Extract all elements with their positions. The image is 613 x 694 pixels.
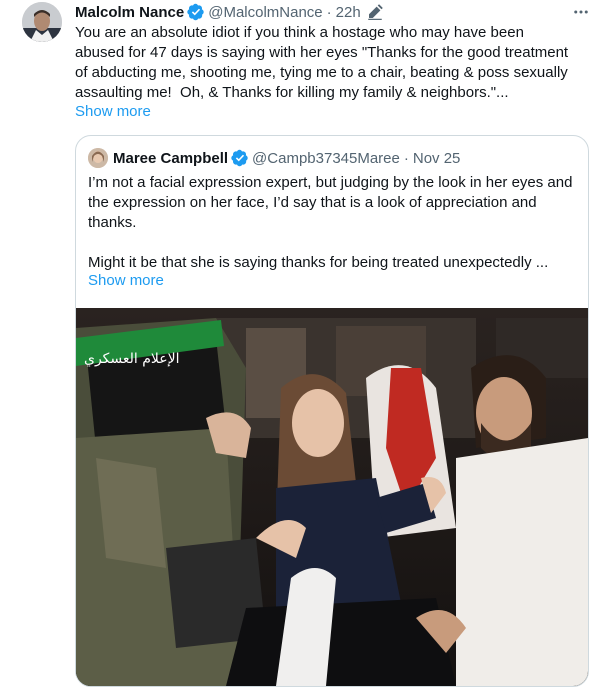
tweet-time[interactable]: 22h xyxy=(336,4,361,21)
quoted-author-name[interactable]: Maree Campbell xyxy=(113,150,228,167)
tweet-text: You are an absolute idiot if you think a… xyxy=(75,24,573,101)
verified-badge-icon xyxy=(187,3,204,21)
more-options-icon xyxy=(574,10,588,14)
more-options-button[interactable] xyxy=(569,0,593,24)
quoted-author-avatar[interactable] xyxy=(88,148,108,168)
verified-badge-icon xyxy=(231,149,248,167)
hostage-release-photo: الإعلام العسكري xyxy=(76,308,588,686)
quoted-tweet-date[interactable]: Nov 25 xyxy=(413,150,461,167)
quoted-show-more-link[interactable]: Show more xyxy=(88,272,164,289)
tweet-header: Malcolm Nance @MalcolmNance · 22h xyxy=(75,2,384,22)
quoted-author-handle[interactable]: @Campb37345Maree xyxy=(252,150,400,167)
edit-icon[interactable] xyxy=(366,3,384,21)
quoted-avatar-image xyxy=(88,148,108,168)
photo-watermark: الإعلام العسكري xyxy=(84,351,180,367)
quoted-tweet-header: Maree Campbell @Campb37345Maree · Nov 25 xyxy=(88,148,460,168)
author-handle[interactable]: @MalcolmNance xyxy=(208,4,322,21)
quoted-tweet-card[interactable]: Maree Campbell @Campb37345Maree · Nov 25… xyxy=(75,135,589,687)
separator-dot: · xyxy=(326,3,332,21)
quoted-tweet-photo[interactable]: الإعلام العسكري xyxy=(76,308,588,686)
author-avatar[interactable] xyxy=(22,2,62,42)
quoted-tweet-text: I’m not a facial expression expert, but … xyxy=(88,174,573,271)
show-more-link[interactable]: Show more xyxy=(75,103,151,120)
author-avatar-image xyxy=(22,2,62,42)
separator-dot: · xyxy=(403,149,409,167)
author-name[interactable]: Malcolm Nance xyxy=(75,4,184,21)
